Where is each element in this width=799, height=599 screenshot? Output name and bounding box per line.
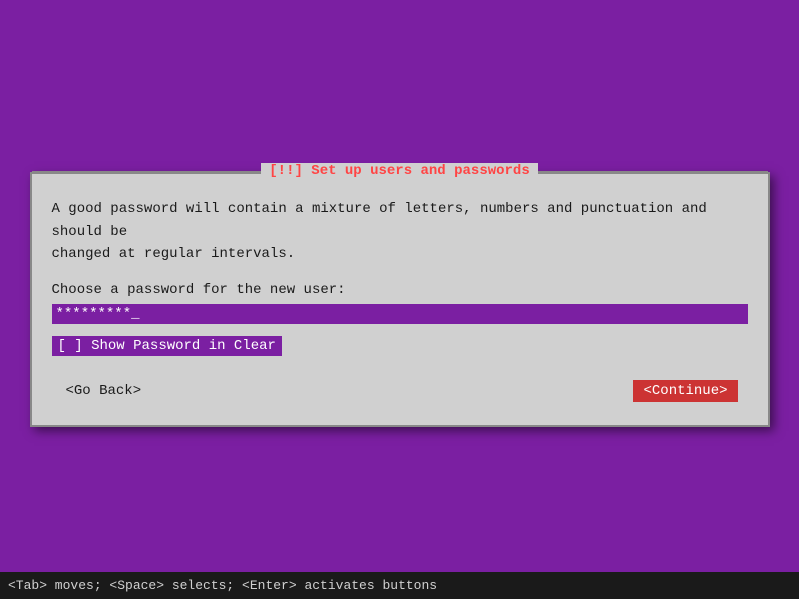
go-back-button[interactable]: <Go Back> <box>62 381 146 401</box>
buttons-row: <Go Back> <Continue> <box>52 380 748 402</box>
dialog-title-bar: [!!] Set up users and passwords <box>32 164 768 180</box>
show-password-checkbox[interactable]: [ ] Show Password in Clear <box>52 336 282 356</box>
status-bar-text: <Tab> moves; <Space> selects; <Enter> ac… <box>8 578 437 593</box>
continue-button[interactable]: <Continue> <box>633 380 737 402</box>
status-bar: <Tab> moves; <Space> selects; <Enter> ac… <box>0 572 799 599</box>
title-line-left <box>32 171 262 173</box>
password-label: Choose a password for the new user: <box>52 282 748 298</box>
password-input[interactable] <box>56 306 744 322</box>
title-line-right <box>538 171 768 173</box>
dialog-title: [!!] Set up users and passwords <box>261 163 537 179</box>
password-input-container[interactable] <box>52 304 748 324</box>
description-text: A good password will contain a mixture o… <box>52 198 748 265</box>
dialog: [!!] Set up users and passwords A good p… <box>30 172 770 426</box>
dialog-content: A good password will contain a mixture o… <box>32 178 768 424</box>
